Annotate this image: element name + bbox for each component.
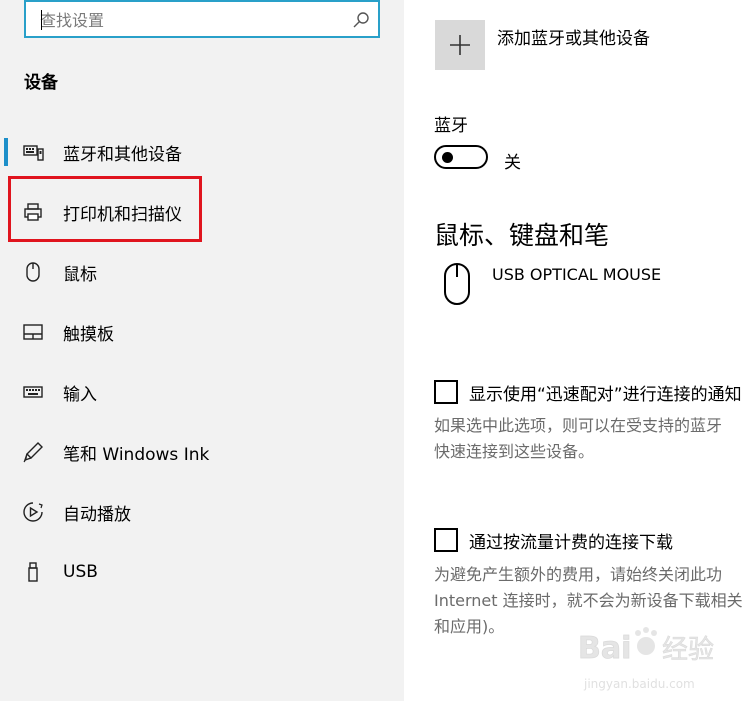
sidebar-item-label: 笔和 Windows Ink	[63, 444, 210, 465]
bluetooth-devices-icon	[23, 145, 44, 161]
toggle-knob	[442, 152, 453, 163]
sidebar-item-label: 触摸板	[63, 324, 114, 345]
metered-download-label[interactable]: 通过按流量计费的连接下载	[469, 528, 673, 553]
pen-icon	[23, 442, 43, 463]
sidebar: 设备 蓝牙和其他设备 打印机和扫描仪 鼠标	[0, 0, 404, 701]
touchpad-icon	[23, 324, 43, 340]
sidebar-item-label: 打印机和扫描仪	[63, 204, 182, 225]
sidebar-item-label: USB	[63, 562, 98, 582]
mouse-device-icon[interactable]	[442, 262, 472, 306]
desc-line: 如果选中此选项，则可以在受支持的蓝牙	[434, 416, 723, 435]
swift-pair-description: 如果选中此选项，则可以在受支持的蓝牙 快速连接到这些设备。	[434, 413, 722, 465]
add-device-label[interactable]: 添加蓝牙或其他设备	[497, 24, 650, 49]
watermark-url: jingyan.baidu.com	[583, 677, 695, 691]
sidebar-item-label: 鼠标	[63, 264, 97, 285]
printer-icon	[24, 203, 42, 221]
usb-icon	[28, 562, 38, 582]
keyboard-icon	[23, 386, 43, 398]
search-icon[interactable]	[352, 11, 370, 29]
mouse-device-name[interactable]: USB OPTICAL MOUSE	[492, 265, 661, 284]
watermark-brand-suffix: 经验	[662, 635, 714, 665]
sidebar-item-mouse[interactable]: 鼠标	[0, 250, 404, 294]
sidebar-item-printers[interactable]: 打印机和扫描仪	[0, 190, 404, 234]
bluetooth-state: 关	[504, 153, 521, 173]
sidebar-item-label: 自动播放	[63, 504, 131, 525]
desc-line: 快速连接到这些设备。	[434, 442, 595, 461]
paw-icon	[635, 627, 657, 655]
sidebar-item-autoplay[interactable]: 自动播放	[0, 490, 404, 534]
autoplay-icon	[23, 502, 43, 522]
baidu-jingyan-watermark: Bai 经验 jingyan.baidu.com	[578, 627, 714, 691]
sidebar-item-label: 蓝牙和其他设备	[63, 144, 182, 165]
sidebar-item-typing[interactable]: 输入	[0, 370, 404, 414]
add-device-button[interactable]	[435, 20, 485, 70]
swift-pair-checkbox[interactable]	[434, 380, 458, 404]
mouse-keyboard-pen-title: 鼠标、键盘和笔	[434, 221, 610, 250]
watermark-brand: Bai	[578, 631, 631, 666]
metered-download-checkbox[interactable]	[434, 528, 458, 552]
sidebar-item-touchpad[interactable]: 触摸板	[0, 310, 404, 354]
desc-line: 为避免产生额外的费用，请始终关闭此功	[434, 565, 723, 584]
main-content: 添加蓝牙或其他设备 蓝牙 关 鼠标、键盘和笔 USB OPTICAL MOUSE…	[404, 0, 750, 701]
plus-icon	[450, 35, 470, 55]
sidebar-item-label: 输入	[63, 384, 97, 405]
search-box[interactable]	[24, 0, 380, 38]
bluetooth-heading: 蓝牙	[434, 116, 468, 136]
sidebar-item-usb[interactable]: USB	[0, 550, 404, 594]
swift-pair-label[interactable]: 显示使用“迅速配对”进行连接的通知	[469, 380, 742, 405]
sidebar-item-bluetooth[interactable]: 蓝牙和其他设备	[0, 130, 404, 174]
search-input[interactable]	[40, 9, 340, 31]
sidebar-title: 设备	[24, 73, 58, 93]
text-caret	[41, 10, 42, 30]
sidebar-item-pen[interactable]: 笔和 Windows Ink	[0, 430, 404, 474]
bluetooth-toggle[interactable]	[434, 145, 488, 169]
mouse-icon	[26, 262, 40, 282]
